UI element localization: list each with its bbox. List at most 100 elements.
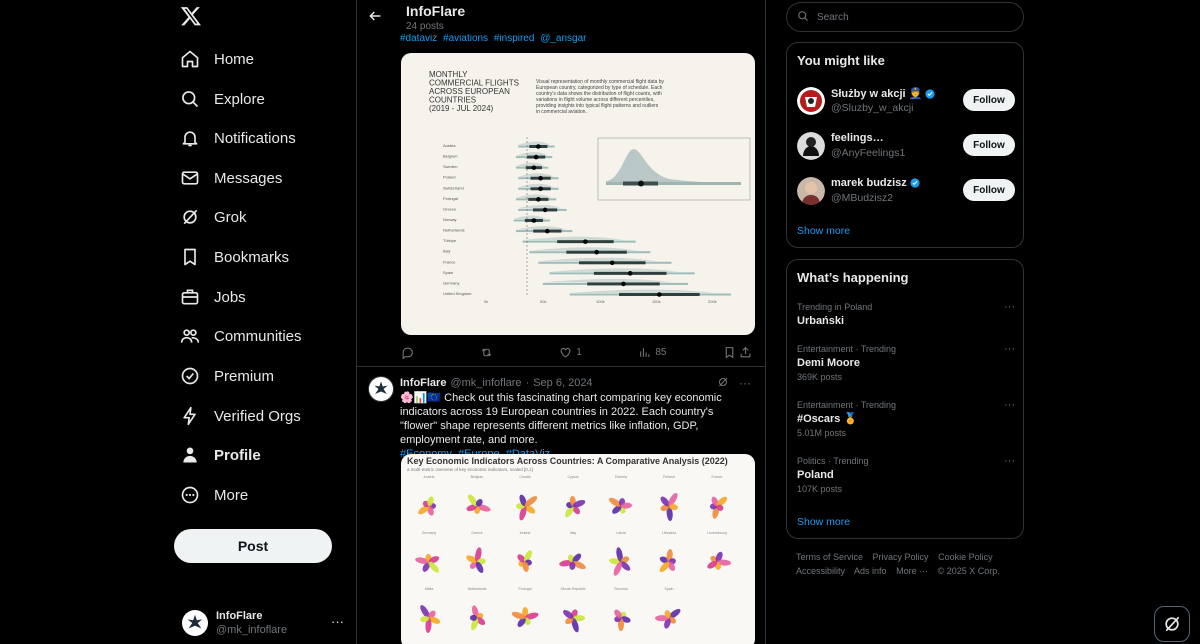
tweet2-text: 🌸📊🇪🇺 Check out this fascinating chart co… (400, 391, 752, 461)
show-more-link[interactable]: Show more (797, 516, 850, 528)
average-dot (538, 175, 543, 181)
density-shape (515, 152, 549, 156)
average-dot (536, 144, 541, 149)
more-dots-icon[interactable]: ··· (739, 376, 751, 391)
trend-item[interactable]: Trending in Poland Urbański ··· (797, 301, 1015, 329)
footer-link[interactable]: Terms of Service (796, 552, 863, 562)
trend-item[interactable]: Politics · Trending Poland 107K posts ··… (797, 455, 1015, 495)
flower-glyph: Greece (466, 531, 486, 573)
footer-link[interactable]: Cookie Policy (938, 552, 993, 562)
country-label: France (712, 475, 723, 479)
more-dots-icon[interactable]: ··· (331, 614, 344, 629)
trend-item[interactable]: Entertainment · Trending Demi Moore 369K… (797, 343, 1015, 383)
country-label: Luxembourg (707, 531, 727, 535)
like-count: 1 (576, 346, 582, 358)
country-label: Portugal (443, 196, 458, 201)
average-dot (594, 249, 599, 255)
nav-home[interactable]: Home (180, 44, 254, 74)
verified-badge-icon (925, 88, 935, 99)
trend-item[interactable]: Entertainment · Trending #Oscars 🏅 5.01M… (797, 399, 1015, 439)
nav-notifications[interactable]: Notifications (180, 123, 296, 153)
nav-label: Explore (214, 90, 265, 108)
flight-chart: MONTHLYCOMMERCIAL FLIGHTSACROSS EUROPEAN… (429, 70, 751, 304)
more-dots-icon[interactable]: ··· (1004, 399, 1015, 411)
repost-button[interactable] (480, 346, 559, 359)
country-label: Italy (570, 531, 577, 535)
views-button[interactable]: 85 (638, 346, 723, 359)
nav-bookmarks[interactable]: Bookmarks (180, 242, 289, 272)
suggested-user[interactable]: marek budzisz @MBudzisz2 Follow (797, 177, 1015, 211)
views-icon (640, 347, 650, 357)
avatar[interactable] (368, 376, 394, 402)
search-box[interactable] (786, 2, 1024, 32)
right-sidebar: You might like Służby w akcji 👮 @Sluzby_… (786, 0, 1026, 644)
x-logo-icon[interactable] (180, 5, 202, 27)
follow-button[interactable]: Follow (963, 179, 1015, 201)
nav-grok[interactable]: Grok (180, 202, 247, 232)
account-switcher[interactable]: InfoFlare @mk_infoflare ··· (182, 606, 358, 640)
nav-label: Home (214, 50, 255, 68)
more-dots-icon[interactable]: ··· (1004, 343, 1015, 355)
footer-link[interactable]: More ··· (896, 566, 928, 576)
density-shape (515, 194, 552, 198)
hashtag-link[interactable]: #aviations (443, 33, 488, 44)
grok-icon[interactable] (717, 376, 729, 391)
mention-link[interactable]: @_ansgar (540, 33, 586, 44)
country-label: Norway (443, 217, 457, 222)
more-dots-icon[interactable]: ··· (1004, 455, 1015, 467)
tweet1-media-image[interactable]: MONTHLY COMMERCIAL FLIGHTS ACROSS EUROPEAN… (401, 53, 755, 335)
trend-title: Demi Moore (797, 357, 860, 369)
chart-title: Key Economic Indicators Across Countries… (407, 456, 728, 466)
reply-button[interactable] (401, 346, 480, 359)
suggested-user[interactable]: feelings… @AnyFeelings1 Follow (797, 132, 1015, 166)
country-label: Netherlands (468, 587, 487, 591)
legend (606, 148, 741, 187)
hashtag-link[interactable]: #dataviz (400, 33, 437, 44)
country-label: Greece (471, 531, 483, 535)
like-button[interactable]: 1 (559, 346, 638, 359)
nav-explore[interactable]: Explore (180, 84, 265, 114)
footer-link[interactable]: Privacy Policy (873, 552, 929, 562)
profile-header: InfoFlare 24 posts (357, 0, 765, 34)
tweet-date[interactable]: Sep 6, 2024 (533, 377, 592, 389)
footer-link[interactable]: Ads info (854, 566, 887, 576)
average-dot (531, 165, 537, 170)
nav-messages[interactable]: Messages (180, 163, 282, 193)
grok-floating-button[interactable] (1154, 606, 1190, 642)
follow-button[interactable]: Follow (963, 89, 1015, 111)
follow-button[interactable]: Follow (963, 134, 1015, 156)
show-more-link[interactable]: Show more (797, 225, 850, 237)
share-button[interactable] (739, 346, 755, 359)
nav-label: Grok (214, 208, 247, 226)
hashtag-link[interactable]: #inspired (494, 33, 535, 44)
person-icon (180, 445, 200, 465)
trend-title: Poland (797, 469, 834, 481)
suggested-handle: @Sluzby_w_akcji (831, 102, 914, 114)
tweet2-media-image[interactable]: Key Economic Indicators Across Countries… (401, 454, 755, 644)
suggested-user[interactable]: Służby w akcji 👮 @Sluzby_w_akcji Follow (797, 87, 1015, 121)
nav-communities[interactable]: Communities (180, 321, 302, 351)
bookmark-button[interactable] (723, 346, 739, 359)
country-label: Sweden (443, 164, 457, 169)
flower-glyph: Slovenia (614, 587, 631, 631)
tweet-author-name[interactable]: InfoFlare (400, 377, 446, 389)
tweet-author-handle[interactable]: @mk_infoflare (450, 377, 521, 389)
back-arrow-icon[interactable] (367, 8, 383, 24)
country-label: Slovak Republic (560, 587, 585, 591)
bookmark-icon (180, 247, 200, 267)
x-tick-label: 100k (596, 299, 605, 304)
search-input[interactable] (817, 11, 1007, 23)
country-label: Türkiye (443, 238, 457, 243)
post-button[interactable]: Post (174, 529, 332, 563)
whats-happening-panel: What’s happening Trending in Poland Urba… (786, 259, 1024, 539)
nav-label: Jobs (214, 288, 246, 306)
nav-more[interactable]: More (180, 480, 248, 510)
nav-jobs[interactable]: Jobs (180, 282, 246, 312)
nav-premium[interactable]: Premium (180, 361, 274, 391)
nav-profile[interactable]: Profile (180, 440, 261, 470)
average-dot (538, 186, 543, 192)
footer-link[interactable]: Accessibility (796, 566, 845, 576)
search-icon (797, 10, 809, 25)
more-dots-icon[interactable]: ··· (1004, 301, 1015, 313)
nav-verified-orgs[interactable]: Verified Orgs (180, 401, 301, 431)
